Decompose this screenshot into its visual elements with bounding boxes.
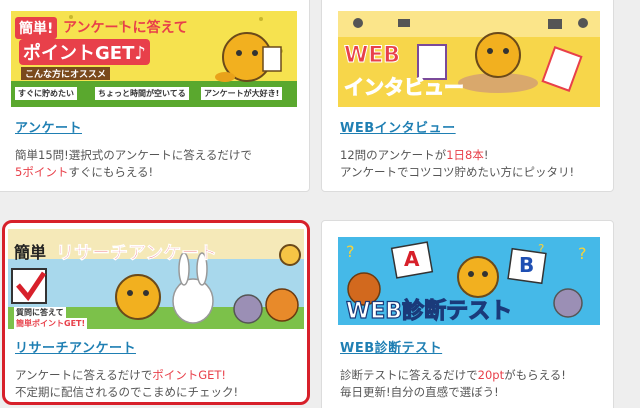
card-web-diagnosis-desc-line2: 毎日更新!自分の直感で選ぼう! — [340, 385, 499, 399]
banner-research-survey[interactable]: 簡単 リサーチアンケート 質問に答えて 簡単ポイントGET! — [8, 229, 304, 329]
banner-web-interview[interactable]: WEB インタビュー — [338, 11, 600, 107]
svg-text:?: ? — [578, 244, 587, 263]
banner-web-interview-line1: WEB — [343, 43, 401, 69]
card-research-survey-desc-line1: アンケートに答えるだけでポイントGET! — [15, 367, 238, 384]
card-survey[interactable]: 簡単! アンケートに答えて ポイントGET♪ こんな方にオススメ すぐに貯めたい… — [0, 0, 310, 192]
banner-survey-line2: ポイントGET♪ — [19, 39, 150, 65]
banner-survey-sub: こんな方にオススメ — [21, 67, 111, 80]
card-survey-desc-points: 5ポイント — [15, 165, 69, 179]
card-web-diagnosis-title-link[interactable]: WEB診断テスト — [340, 337, 442, 356]
card-web-interview-title-link[interactable]: WEBインタビュー — [340, 117, 456, 136]
card-research-survey-desc-line2: 不定期に配信されるのでこまめにチェック! — [15, 385, 239, 399]
card-web-interview-desc: 12問のアンケートが1日8本! アンケートでコツコツ貯めたい方にピッタリ! — [340, 147, 574, 181]
card-web-interview-desc-head: 12問のアンケートが — [340, 148, 447, 162]
card-research-survey-desc-head: アンケートに答えるだけで — [15, 368, 153, 382]
banner-survey-check-1: すぐに貯めたい — [15, 87, 77, 100]
banner-research-survey-note1: 質問に答えて — [14, 307, 66, 318]
banner-survey[interactable]: 簡単! アンケートに答えて ポイントGET♪ こんな方にオススメ すぐに貯めたい… — [11, 11, 297, 107]
card-web-interview-desc-count: 1日8本 — [446, 148, 484, 162]
card-research-survey-title-link[interactable]: リサーチアンケート — [15, 337, 136, 356]
banner-web-diagnosis[interactable]: ??? A B WEB診断テスト — [338, 237, 600, 325]
card-web-diagnosis-desc-tail: がもらえる! — [504, 368, 566, 382]
svg-text:?: ? — [346, 242, 355, 261]
banner-research-survey-tag: 簡単 — [14, 243, 47, 262]
banner-web-diagnosis-card-b: B — [519, 253, 535, 277]
card-web-diagnosis[interactable]: ??? A B WEB診断テスト WEB診断テスト 診断テストに答えるだけで20… — [321, 220, 614, 408]
card-web-interview-desc-mark: ! — [483, 148, 489, 162]
banner-research-survey-line1: リサーチアンケート — [56, 243, 218, 265]
card-web-diagnosis-desc-points: 20pt — [477, 368, 505, 382]
banner-research-survey-note2: 簡単ポイントGET! — [14, 318, 88, 329]
banner-survey-check-3: アンケートが大好き! — [201, 87, 283, 100]
banner-web-diagnosis-card-a: A — [404, 247, 420, 271]
banner-survey-check-2: ちょっと時間が空いてる — [95, 87, 189, 100]
banner-web-diagnosis-title: WEB診断テスト — [345, 298, 513, 324]
card-survey-desc: 簡単15問!選択式のアンケートに答えるだけで 5ポイントすぐにもらえる! — [15, 147, 252, 181]
card-web-diagnosis-desc: 診断テストに答えるだけで20ptがもらえる! 毎日更新!自分の直感で選ぼう! — [340, 367, 566, 401]
card-survey-desc-line1: 簡単15問!選択式のアンケートに答えるだけで — [15, 148, 252, 162]
card-web-interview[interactable]: WEB インタビュー WEBインタビュー 12問のアンケートが1日8本! アンケ… — [321, 0, 614, 192]
card-research-survey-desc: アンケートに答えるだけでポイントGET! 不定期に配信されるのでこまめにチェック… — [15, 367, 238, 401]
card-research-survey-desc-points: ポイントGET! — [152, 368, 227, 382]
card-web-interview-desc-line1: 12問のアンケートが1日8本! — [340, 147, 574, 164]
card-survey-desc-line2: 5ポイントすぐにもらえる! — [15, 164, 252, 181]
banner-web-interview-line2: インタビュー — [344, 75, 465, 100]
card-research-survey[interactable]: 簡単 リサーチアンケート 質問に答えて 簡単ポイントGET! リサーチアンケート… — [2, 220, 310, 405]
banner-survey-tag: 簡単! — [15, 17, 58, 39]
card-survey-title-link[interactable]: アンケート — [15, 117, 82, 136]
card-survey-desc-tail: すぐにもらえる! — [68, 165, 154, 179]
banner-survey-line1: アンケートに答えて — [63, 20, 188, 36]
card-web-diagnosis-desc-line1: 診断テストに答えるだけで20ptがもらえる! — [340, 367, 566, 384]
card-web-diagnosis-desc-head: 診断テストに答えるだけで — [340, 368, 478, 382]
card-web-interview-desc-line2: アンケートでコツコツ貯めたい方にピッタリ! — [340, 165, 575, 179]
